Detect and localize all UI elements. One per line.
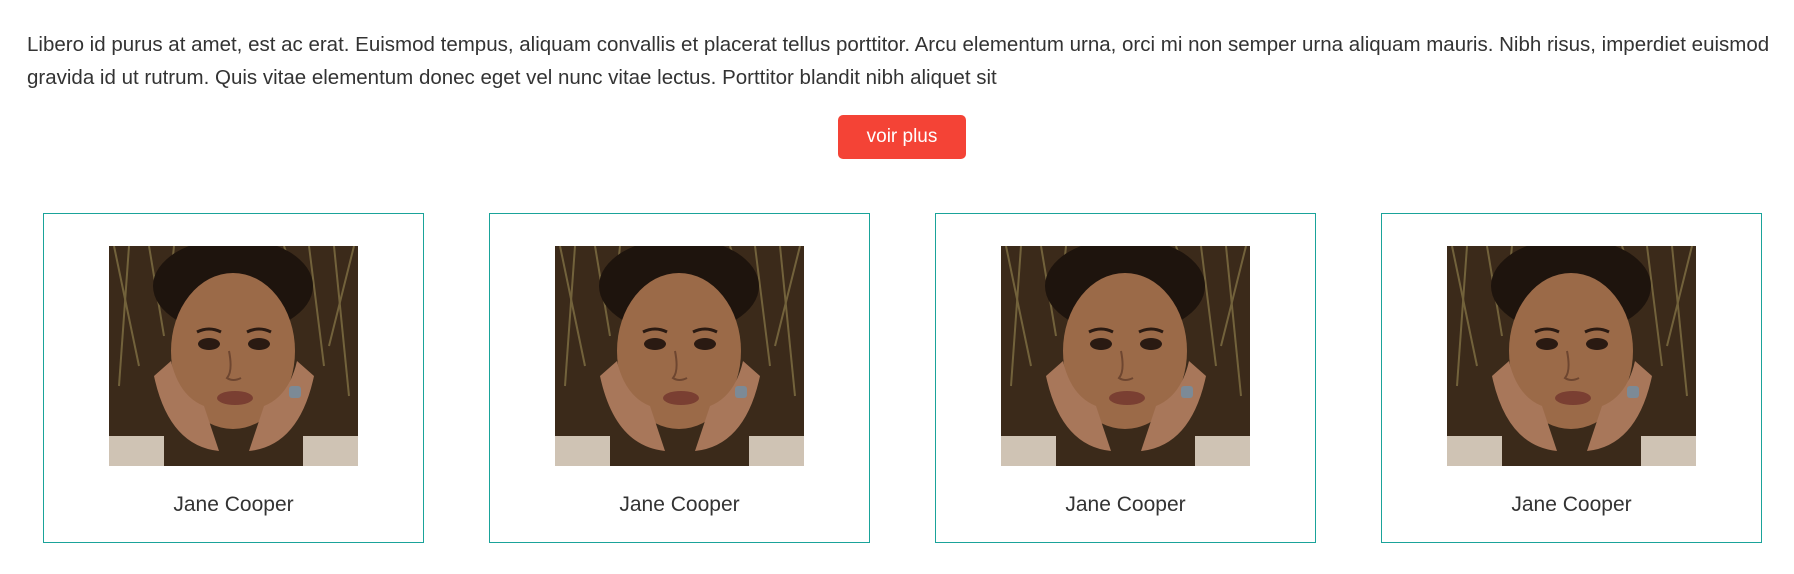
- voir-plus-button[interactable]: voir plus: [838, 115, 966, 159]
- portrait-photo-icon: [109, 246, 358, 466]
- portrait-photo-icon: [1001, 246, 1250, 466]
- profile-name: Jane Cooper: [1511, 493, 1632, 516]
- profile-card[interactable]: Jane Cooper: [935, 213, 1316, 543]
- profile-card[interactable]: Jane Cooper: [1381, 213, 1762, 543]
- page: Libero id purus at amet, est ac erat. Eu…: [0, 0, 1794, 574]
- profile-name: Jane Cooper: [173, 493, 294, 516]
- profile-photo: [1001, 246, 1250, 466]
- intro-paragraph: Libero id purus at amet, est ac erat. Eu…: [27, 33, 1770, 89]
- profile-card-list: Jane Cooper Jane Cooper Jane Cooper Jane…: [43, 213, 1762, 543]
- profile-photo: [1447, 246, 1696, 466]
- profile-card[interactable]: Jane Cooper: [43, 213, 424, 543]
- profile-name: Jane Cooper: [1065, 493, 1186, 516]
- profile-photo: [109, 246, 358, 466]
- profile-card[interactable]: Jane Cooper: [489, 213, 870, 543]
- portrait-photo-icon: [555, 246, 804, 466]
- portrait-photo-icon: [1447, 246, 1696, 466]
- profile-name: Jane Cooper: [619, 493, 740, 516]
- profile-photo: [555, 246, 804, 466]
